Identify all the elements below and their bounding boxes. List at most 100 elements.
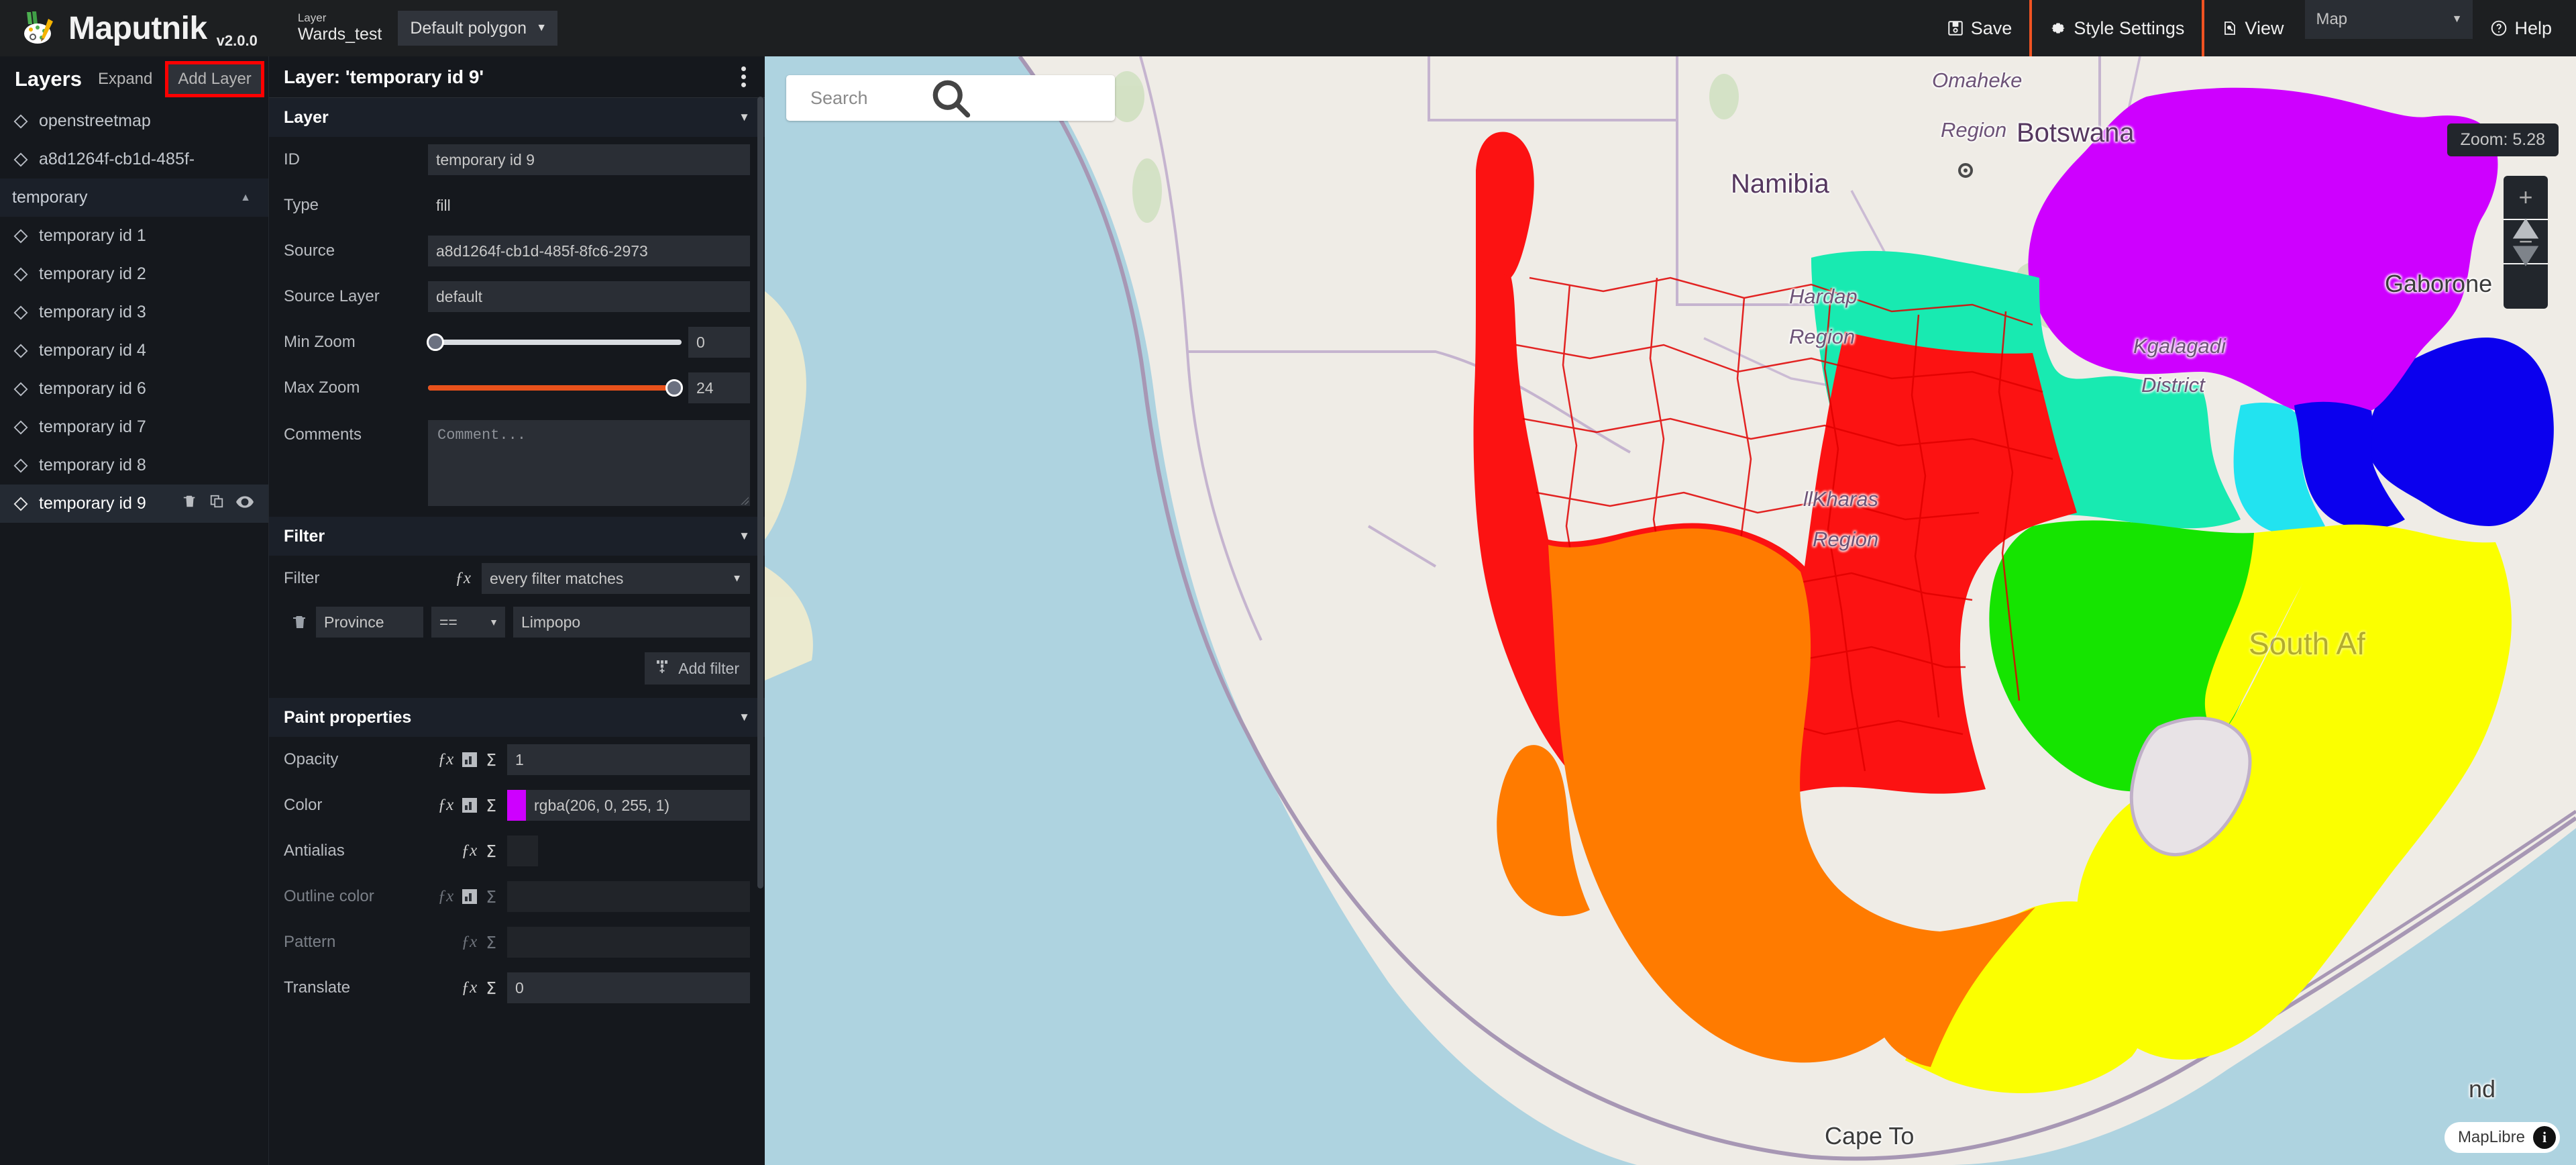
layer-list-item-label: openstreetmap <box>39 111 151 130</box>
source-layer-input[interactable]: default <box>428 281 750 312</box>
properties-header: Layer: 'temporary id 9' <box>269 56 765 98</box>
map-search-box[interactable] <box>786 75 1115 121</box>
map-zoom-controls[interactable]: + − <box>2504 176 2548 309</box>
filter-key-input[interactable]: Province <box>316 607 423 638</box>
data-function-sigma-icon[interactable]: Σ <box>486 978 496 998</box>
layer-group-temporary[interactable]: temporary ▲ <box>0 179 268 217</box>
pattern-input[interactable] <box>507 927 750 958</box>
expand-button[interactable]: Expand <box>89 64 162 94</box>
data-function-sigma-icon[interactable]: Σ <box>486 796 496 815</box>
field-row-id: ID temporary id 9 <box>269 137 765 183</box>
min-zoom-slider[interactable] <box>427 334 682 351</box>
add-filter-button[interactable]: Add filter <box>645 652 750 685</box>
layer-row-actions <box>182 493 268 514</box>
zoom-function-chart-icon[interactable] <box>462 889 478 904</box>
help-button[interactable]: Help <box>2473 0 2576 56</box>
section-title-paint: Paint properties <box>284 707 412 727</box>
antialias-checkbox[interactable] <box>507 835 538 866</box>
expression-fx-icon[interactable]: ƒx <box>455 569 471 588</box>
outline-color-label: Outline color <box>284 887 374 905</box>
layer-list-item[interactable]: temporary id 3 <box>0 293 268 332</box>
source-input[interactable]: a8d1264f-cb1d-485f-8fc6-2973 <box>428 236 750 266</box>
pattern-label: Pattern <box>284 933 336 951</box>
chevron-up-icon[interactable]: ▲ <box>240 192 268 204</box>
id-input[interactable]: temporary id 9 <box>428 144 750 175</box>
layer-list-item[interactable]: temporary id 6 <box>0 370 268 408</box>
field-row-color: Color ƒx Σ rgba(206, 0, 255, 1) <box>269 782 765 828</box>
section-header-filter[interactable]: Filter ▼ <box>269 517 765 556</box>
max-zoom-slider-handle[interactable] <box>665 379 683 397</box>
expression-fx-icon[interactable]: ƒx <box>462 978 478 997</box>
min-zoom-input[interactable]: 0 <box>688 327 750 358</box>
layer-list-panel: Layers Expand Add Layer openstreetmap a8… <box>0 56 268 1165</box>
translate-input[interactable]: 0 <box>507 972 750 1003</box>
layer-list-item[interactable]: temporary id 1 <box>0 217 268 255</box>
expression-fx-icon[interactable]: ƒx <box>438 887 454 906</box>
current-layer-meta-value: Wards_test <box>297 24 382 44</box>
max-zoom-input[interactable]: 24 <box>688 372 750 403</box>
layer-diamond-icon <box>13 458 28 472</box>
layer-list-item[interactable]: temporary id 8 <box>0 446 268 485</box>
map-canvas[interactable]: Botswana Namibia Gaborone Gaza Matola Es… <box>765 56 2576 1165</box>
inspect-view-icon <box>2222 19 2238 37</box>
current-layer-meta-label: Layer <box>297 11 327 25</box>
source-label: Source <box>284 242 335 260</box>
layer-diamond-icon <box>13 344 28 358</box>
data-function-sigma-icon[interactable]: Σ <box>486 933 496 952</box>
data-function-sigma-icon[interactable]: Σ <box>486 887 496 907</box>
color-swatch[interactable] <box>507 790 526 821</box>
zoom-function-chart-icon[interactable] <box>462 798 478 813</box>
comments-textarea[interactable]: Comment... <box>428 420 750 506</box>
map-attribution[interactable]: MapLibre i <box>2444 1122 2560 1153</box>
view-mode-select[interactable]: Map ▼ <box>2305 0 2473 39</box>
max-zoom-slider[interactable] <box>428 379 683 397</box>
filter-combinator-select[interactable]: every filter matches <box>482 563 750 594</box>
type-label: Type <box>284 196 319 214</box>
top-toolbar: Maputnik v2.0.0 Layer Wards_test Default… <box>0 0 2576 56</box>
expression-fx-icon[interactable]: ƒx <box>462 842 478 860</box>
style-preset-select[interactable]: Default polygon ▼ <box>398 11 558 46</box>
style-settings-button[interactable]: Style Settings <box>2029 0 2205 56</box>
layer-list-item[interactable]: a8d1264f-cb1d-485f- <box>0 140 268 179</box>
layer-list-item[interactable]: temporary id 4 <box>0 332 268 370</box>
toggle-visibility-icon[interactable] <box>236 494 254 513</box>
save-button[interactable]: Save <box>1929 0 2030 56</box>
expression-fx-icon[interactable]: ƒx <box>438 796 454 815</box>
properties-scrollbar[interactable] <box>757 97 763 889</box>
zoom-function-chart-icon[interactable] <box>462 752 478 767</box>
min-zoom-slider-handle[interactable] <box>427 334 445 351</box>
delete-filter-icon[interactable] <box>292 613 308 631</box>
duplicate-layer-icon[interactable] <box>209 493 224 514</box>
opacity-input[interactable]: 1 <box>507 744 750 775</box>
chevron-down-icon: ▼ <box>536 22 547 34</box>
help-circle-icon <box>2490 19 2508 37</box>
info-icon[interactable]: i <box>2533 1126 2556 1149</box>
data-function-sigma-icon[interactable]: Σ <box>486 750 496 770</box>
filter-rule-row: Province == ▼ Limpopo <box>269 601 765 643</box>
section-header-layer[interactable]: Layer ▼ <box>269 98 765 137</box>
view-button[interactable]: View <box>2204 0 2301 56</box>
layer-list-item-selected[interactable]: temporary id 9 <box>0 485 268 523</box>
field-row-translate: Translate ƒx Σ 0 <box>269 965 765 1011</box>
layer-list-item-label: temporary id 9 <box>39 494 146 513</box>
compass-reset-button[interactable] <box>2504 218 2548 309</box>
expression-fx-icon[interactable]: ƒx <box>462 933 478 952</box>
layer-list-item[interactable]: temporary id 2 <box>0 255 268 293</box>
add-layer-button[interactable]: Add Layer <box>165 61 264 97</box>
layer-list-item[interactable]: temporary id 7 <box>0 408 268 446</box>
section-header-paint[interactable]: Paint properties ▼ <box>269 698 765 737</box>
layer-options-menu-icon[interactable] <box>737 62 750 91</box>
delete-layer-icon[interactable] <box>182 493 197 514</box>
data-function-sigma-icon[interactable]: Σ <box>486 842 496 861</box>
expression-fx-icon[interactable]: ƒx <box>438 750 454 769</box>
type-value: fill <box>436 196 451 214</box>
layer-list-item[interactable]: openstreetmap <box>0 102 268 140</box>
color-input[interactable]: rgba(206, 0, 255, 1) <box>526 790 750 821</box>
outline-color-input[interactable] <box>507 881 750 912</box>
main-area: Layers Expand Add Layer openstreetmap a8… <box>0 56 2576 1165</box>
view-mode-value: Map <box>2316 10 2348 28</box>
filter-value-input[interactable]: Limpopo <box>513 607 750 638</box>
layer-list-item-label: temporary id 6 <box>39 379 146 398</box>
properties-scroll-area[interactable]: Layer ▼ ID temporary id 9 Type fill Sour… <box>269 98 765 1165</box>
layer-diamond-icon <box>13 305 28 319</box>
